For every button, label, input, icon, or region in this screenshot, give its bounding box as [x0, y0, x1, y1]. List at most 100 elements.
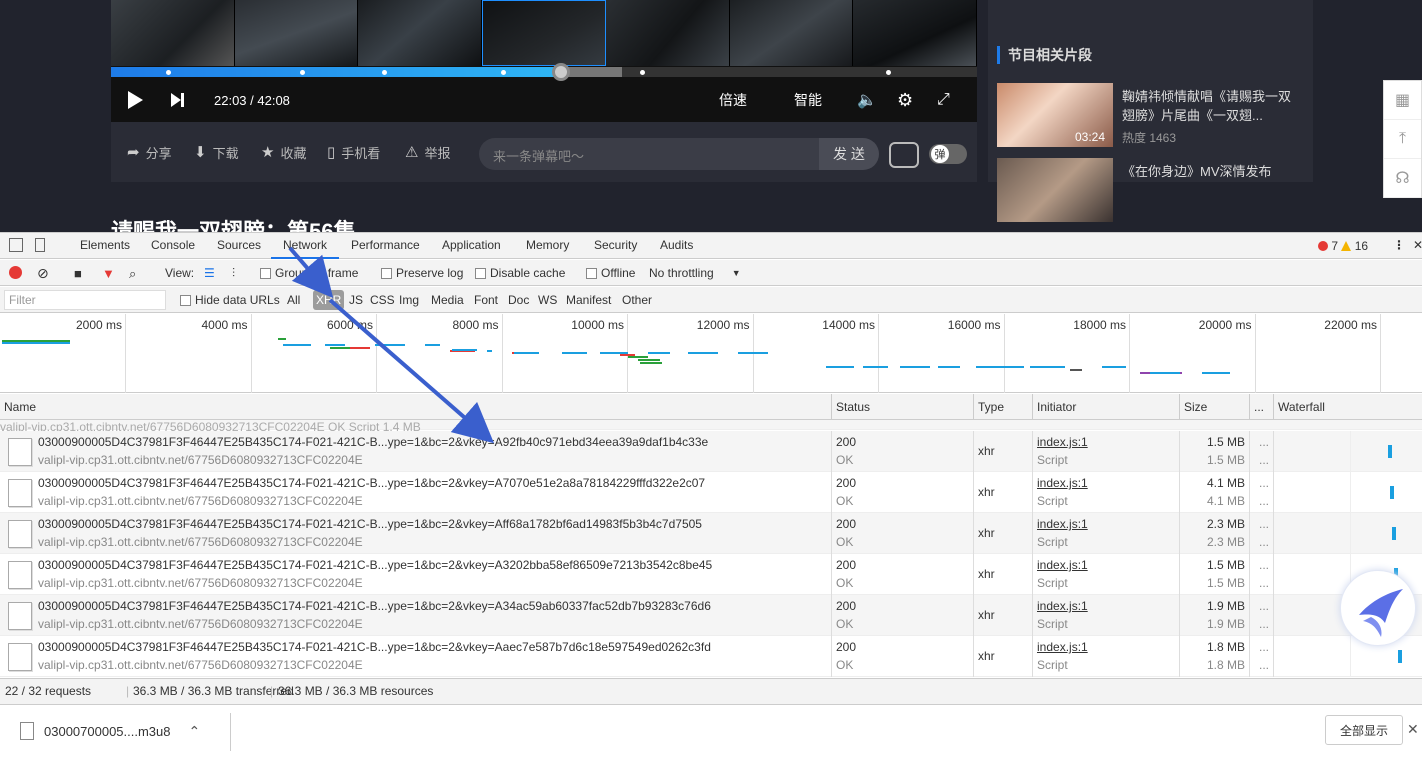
tab-elements[interactable]: Elements — [80, 233, 130, 259]
back-to-top-icon[interactable]: ⤒ — [1384, 120, 1421, 159]
network-overview-timeline[interactable]: 2000 ms 4000 ms 6000 ms 8000 ms 10000 ms 1200… — [0, 314, 1422, 393]
row-name[interactable]: 03000900005D4C37981F3F46447E25B435C174-F… — [38, 433, 708, 451]
col-more[interactable]: ... — [1249, 394, 1264, 420]
speed-button[interactable]: 倍速 — [719, 78, 747, 122]
tab-audits[interactable]: Audits — [660, 233, 693, 259]
fullscreen-icon[interactable]: ⤢ — [937, 78, 950, 122]
row-name[interactable]: 03000900005D4C37981F3F46447E25B435C174-F… — [38, 638, 711, 656]
table-row[interactable]: 03000900005D4C37981F3F46447E25B435C174-F… — [0, 472, 1422, 513]
col-type[interactable]: Type — [973, 394, 1004, 420]
clear-icon[interactable]: ⊘ — [37, 260, 49, 286]
quality-button[interactable]: 智能 — [794, 78, 822, 122]
row-initiator-link[interactable]: index.js:1 — [1037, 474, 1088, 492]
col-status[interactable]: Status — [831, 394, 870, 420]
download-button[interactable]: ⬇ 下载 — [194, 122, 239, 182]
favorite-button[interactable]: ★ 收藏 — [261, 122, 306, 182]
throttling-select[interactable]: No throttling ▼ — [649, 260, 741, 286]
filter-type-css[interactable]: CSS — [370, 287, 395, 313]
settings-icon[interactable]: ⚙ — [897, 78, 913, 122]
filter-type-font[interactable]: Font — [474, 287, 498, 313]
row-initiator-link[interactable]: index.js:1 — [1037, 597, 1088, 615]
filter-icon[interactable]: ▼ — [102, 260, 115, 286]
table-row-partial[interactable]: valipl-vip.cp31.ott.cibntv.net/67756D608… — [0, 420, 1422, 434]
filter-type-manifest[interactable]: Manifest — [566, 287, 611, 313]
filter-type-js[interactable]: JS — [349, 287, 363, 313]
clip-thumbnail[interactable]: 03:24 — [997, 83, 1113, 147]
tab-memory[interactable]: Memory — [526, 233, 569, 259]
play-button[interactable] — [128, 78, 143, 122]
filter-type-img[interactable]: Img — [399, 287, 419, 313]
row-name[interactable]: 03000900005D4C37981F3F46447E25B435C174-F… — [38, 556, 712, 574]
filter-type-other[interactable]: Other — [622, 287, 652, 313]
row-name[interactable]: 03000900005D4C37981F3F46447E25B435C174-F… — [38, 597, 711, 615]
next-button[interactable] — [171, 78, 184, 122]
col-initiator[interactable]: Initiator — [1032, 394, 1076, 420]
assistant-bird-logo[interactable] — [1340, 570, 1416, 646]
offline-checkbox[interactable]: Offline — [586, 260, 635, 286]
table-row[interactable]: 03000900005D4C37981F3F46447E25B435C174-F… — [0, 431, 1422, 472]
clip-item[interactable]: 《在你身边》MV深情发布 — [997, 158, 1313, 224]
col-name[interactable]: Name — [0, 394, 36, 420]
error-warning-counter[interactable]: 7 16 — [1318, 239, 1368, 253]
send-button[interactable]: 发 送 — [819, 138, 879, 170]
hide-data-urls-checkbox[interactable]: Hide data URLs — [180, 287, 280, 313]
volume-icon[interactable]: 🔈 — [857, 78, 877, 122]
show-all-button[interactable]: 全部显示 — [1325, 715, 1403, 745]
clip-title[interactable]: 《在你身边》MV深情发布 — [1122, 162, 1302, 181]
group-by-frame-checkbox[interactable]: Group by frame — [260, 260, 358, 286]
download-filename[interactable]: 03000700005....m3u8 — [44, 724, 171, 739]
filter-type-ws[interactable]: WS — [538, 287, 557, 313]
filter-type-all[interactable]: All — [287, 287, 300, 313]
clip-item[interactable]: 03:24 鞠婧祎倾情献唱《请赐我一双翅膀》片尾曲《一双翅... 热度 1463 — [997, 83, 1313, 149]
filter-type-media[interactable]: Media — [431, 287, 464, 313]
tab-security[interactable]: Security — [594, 233, 637, 259]
table-row[interactable]: 03000900005D4C37981F3F46447E25B435C174-F… — [0, 554, 1422, 595]
filter-type-doc[interactable]: Doc — [508, 287, 529, 313]
overview-icon[interactable]: ⫶ — [232, 260, 235, 286]
table-row[interactable]: 03000900005D4C37981F3F46447E25B435C174-F… — [0, 513, 1422, 554]
tab-console[interactable]: Console — [151, 233, 195, 259]
row-initiator-link[interactable]: index.js:1 — [1037, 433, 1088, 451]
mobile-watch-button[interactable]: ▯ 手机看 — [327, 122, 380, 182]
col-waterfall[interactable]: Waterfall — [1273, 394, 1325, 420]
close-icon[interactable]: ✕ — [1407, 721, 1419, 738]
row-name[interactable]: 03000900005D4C37981F3F46447E25B435C174-F… — [38, 515, 702, 533]
row-initiator-link[interactable]: index.js:1 — [1037, 556, 1088, 574]
progress-bar[interactable] — [111, 63, 977, 81]
row-initiator-link[interactable]: index.js:1 — [1037, 638, 1088, 656]
inspect-icon[interactable] — [9, 238, 23, 252]
more-menu-icon[interactable]: ⋮ — [1393, 233, 1405, 259]
filter-input[interactable]: Filter — [4, 290, 166, 310]
report-button[interactable]: ⚠ 举报 — [405, 122, 450, 182]
large-rows-icon[interactable]: ☰ — [204, 260, 215, 286]
row-name[interactable]: 03000900005D4C37981F3F46447E25B435C174-F… — [38, 474, 705, 492]
close-devtools-icon[interactable]: ✕ — [1413, 233, 1422, 259]
clip-thumbnail[interactable] — [997, 158, 1113, 222]
tab-application[interactable]: Application — [442, 233, 501, 259]
download-item[interactable]: 03000700005....m3u8 ⌃ — [20, 717, 200, 745]
table-row[interactable]: 03000900005D4C37981F3F46447E25B435C174-F… — [0, 636, 1422, 677]
headset-icon[interactable]: ☊ — [1384, 159, 1421, 198]
tab-sources[interactable]: Sources — [217, 233, 261, 259]
timeline-gridline — [1003, 314, 1005, 393]
tab-network[interactable]: Network — [271, 233, 340, 259]
danmu-input[interactable]: 来一条弹幕吧～ — [479, 138, 819, 170]
clip-title[interactable]: 鞠婧祎倾情献唱《请赐我一双翅膀》片尾曲《一双翅... — [1122, 87, 1302, 125]
disable-cache-checkbox[interactable]: Disable cache — [475, 260, 565, 286]
share-button[interactable]: ➦ 分享 — [127, 122, 172, 182]
danmu-settings-icon[interactable] — [889, 142, 919, 168]
preserve-log-checkbox[interactable]: Preserve log — [381, 260, 463, 286]
table-row[interactable]: 03000900005D4C37981F3F46447E25B435C174-F… — [0, 595, 1422, 636]
col-size[interactable]: Size — [1179, 394, 1207, 420]
device-toggle-icon[interactable] — [35, 238, 45, 252]
danmu-toggle[interactable]: 弹 — [929, 144, 967, 164]
screenshot-icon[interactable]: ■ — [74, 260, 82, 286]
row-initiator-link[interactable]: index.js:1 — [1037, 515, 1088, 533]
video-player[interactable]: 22:03 / 42:08 倍速 智能 🔈 ⚙ ⤢ — [111, 0, 978, 122]
qrcode-icon[interactable]: ▦ — [1384, 81, 1421, 120]
filter-type-xhr[interactable]: XHR — [313, 290, 345, 310]
search-icon[interactable]: ⌕ — [129, 260, 136, 286]
record-button[interactable] — [9, 266, 22, 279]
tab-performance[interactable]: Performance — [351, 233, 420, 259]
chevron-up-icon[interactable]: ⌃ — [189, 723, 201, 740]
